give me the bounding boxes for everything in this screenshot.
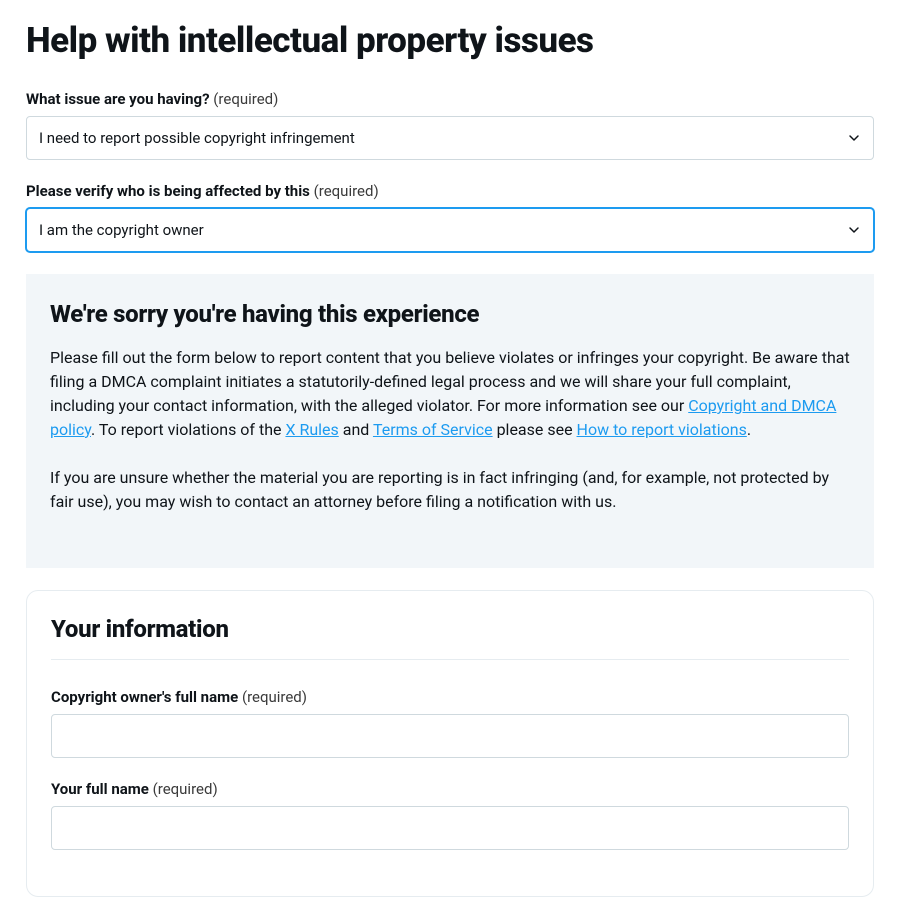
your-name-label: Your full name (required) bbox=[51, 780, 849, 798]
issue-select[interactable]: I need to report possible copyright infr… bbox=[26, 116, 874, 160]
owner-name-required: (required) bbox=[242, 688, 307, 706]
your-name-label-text: Your full name bbox=[51, 780, 149, 798]
your-information-card: Your information Copyright owner's full … bbox=[26, 590, 874, 897]
issue-required: (required) bbox=[213, 90, 278, 108]
affected-label-text: Please verify who is being affected by t… bbox=[26, 182, 310, 200]
issue-select-wrap: I need to report possible copyright infr… bbox=[26, 116, 874, 160]
affected-label: Please verify who is being affected by t… bbox=[26, 182, 874, 200]
notice-text: and bbox=[339, 420, 373, 439]
notice-paragraph-1: Please fill out the form below to report… bbox=[50, 346, 850, 442]
your-name-required: (required) bbox=[153, 780, 218, 798]
notice-text: please see bbox=[493, 420, 577, 439]
your-name-input[interactable] bbox=[51, 806, 849, 850]
affected-required: (required) bbox=[314, 182, 379, 200]
section-divider bbox=[51, 659, 849, 660]
affected-select[interactable]: I am the copyright owner bbox=[26, 208, 874, 252]
how-to-report-violations-link[interactable]: How to report violations bbox=[577, 420, 747, 439]
your-information-title: Your information bbox=[51, 615, 849, 643]
issue-label: What issue are you having? (required) bbox=[26, 90, 874, 108]
notice-paragraph-2: If you are unsure whether the material y… bbox=[50, 466, 850, 514]
owner-name-label-text: Copyright owner's full name bbox=[51, 688, 238, 706]
x-rules-link[interactable]: X Rules bbox=[285, 420, 338, 439]
your-name-field: Your full name (required) bbox=[51, 780, 849, 850]
issue-select-value: I need to report possible copyright infr… bbox=[39, 129, 355, 147]
notice-box: We're sorry you're having this experienc… bbox=[26, 274, 874, 568]
notice-text: . To report violations of the bbox=[91, 420, 285, 439]
notice-title: We're sorry you're having this experienc… bbox=[50, 300, 850, 328]
issue-field: What issue are you having? (required) I … bbox=[26, 90, 874, 160]
owner-name-input[interactable] bbox=[51, 714, 849, 758]
affected-select-value: I am the copyright owner bbox=[39, 221, 204, 239]
owner-name-label: Copyright owner's full name (required) bbox=[51, 688, 849, 706]
notice-text: . bbox=[747, 420, 751, 439]
terms-of-service-link[interactable]: Terms of Service bbox=[373, 420, 493, 439]
page-title: Help with intellectual property issues bbox=[26, 20, 874, 62]
affected-select-wrap: I am the copyright owner bbox=[26, 208, 874, 252]
affected-field: Please verify who is being affected by t… bbox=[26, 182, 874, 252]
issue-label-text: What issue are you having? bbox=[26, 90, 210, 108]
owner-name-field: Copyright owner's full name (required) bbox=[51, 688, 849, 758]
